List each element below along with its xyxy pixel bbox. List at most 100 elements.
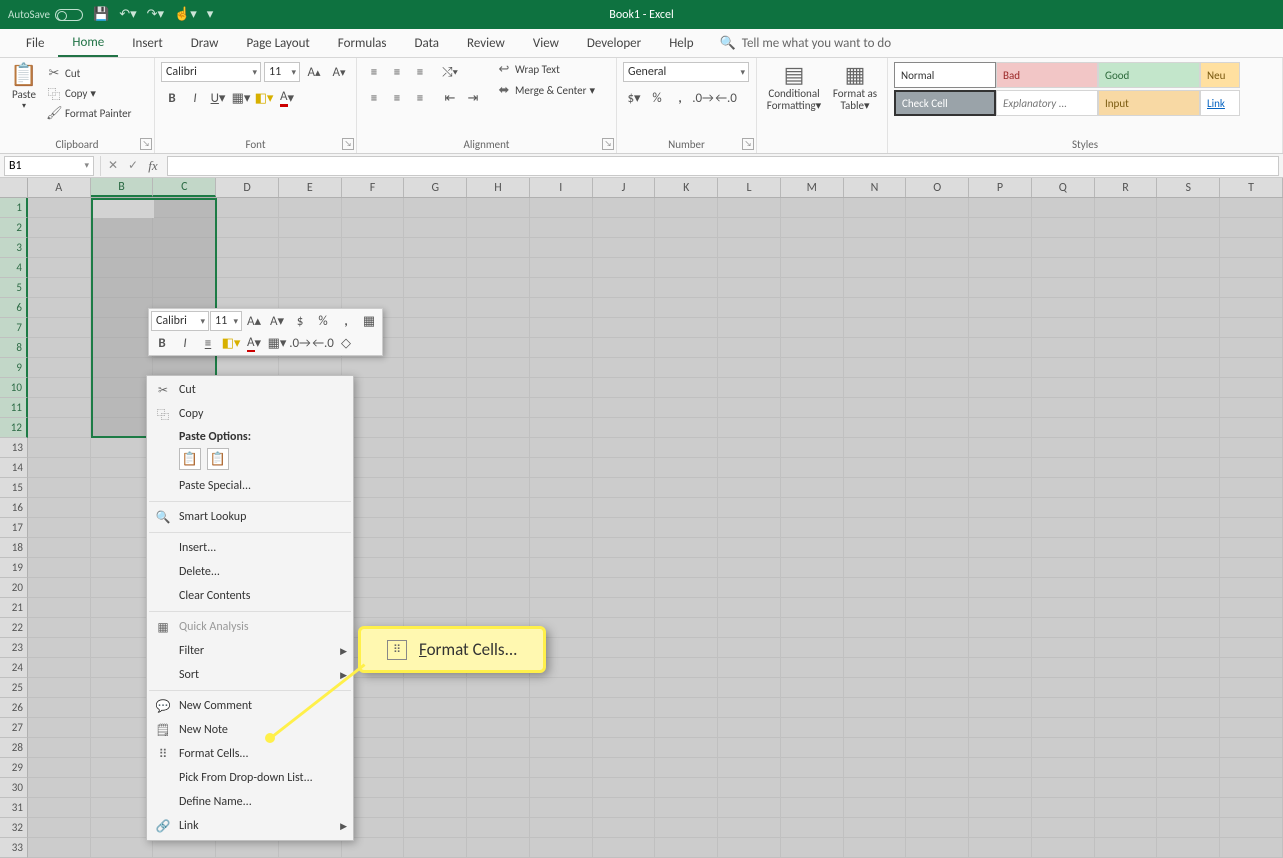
- align-left-icon[interactable]: ≡: [363, 88, 385, 108]
- cell[interactable]: [593, 518, 656, 538]
- select-all-corner[interactable]: [0, 178, 28, 197]
- cell[interactable]: [593, 298, 656, 318]
- cell[interactable]: [593, 778, 656, 798]
- cell[interactable]: [593, 338, 656, 358]
- cell[interactable]: [593, 798, 656, 818]
- cell[interactable]: [1032, 198, 1095, 218]
- row-header[interactable]: 2: [0, 218, 28, 238]
- cell[interactable]: [969, 718, 1032, 738]
- cell[interactable]: [1157, 378, 1220, 398]
- cell[interactable]: [1220, 318, 1283, 338]
- ctx-cut[interactable]: ✂Cut: [147, 378, 353, 402]
- cell[interactable]: [969, 298, 1032, 318]
- cell[interactable]: [593, 718, 656, 738]
- cell[interactable]: [530, 678, 593, 698]
- cell[interactable]: [718, 778, 781, 798]
- format-as-table-button[interactable]: ▦ Format asTable▾: [829, 62, 881, 114]
- cell[interactable]: [216, 218, 279, 238]
- cell[interactable]: [467, 698, 530, 718]
- cell[interactable]: [216, 258, 279, 278]
- cell[interactable]: [1095, 398, 1158, 418]
- cell[interactable]: [1220, 198, 1283, 218]
- row-header[interactable]: 30: [0, 778, 28, 798]
- cell[interactable]: [1220, 498, 1283, 518]
- cell[interactable]: [593, 818, 656, 838]
- cell[interactable]: [1095, 758, 1158, 778]
- cell[interactable]: [1032, 418, 1095, 438]
- col-header-G[interactable]: G: [404, 178, 467, 197]
- cell[interactable]: [1095, 798, 1158, 818]
- mini-currency-icon[interactable]: $: [289, 311, 311, 331]
- cell[interactable]: [593, 658, 656, 678]
- col-header-P[interactable]: P: [969, 178, 1032, 197]
- cell[interactable]: [467, 558, 530, 578]
- col-header-S[interactable]: S: [1157, 178, 1220, 197]
- cell[interactable]: [781, 498, 844, 518]
- cell[interactable]: [1032, 478, 1095, 498]
- cell[interactable]: [1220, 218, 1283, 238]
- cell[interactable]: [91, 678, 154, 698]
- col-header-F[interactable]: F: [342, 178, 405, 197]
- cell[interactable]: [1095, 598, 1158, 618]
- style-link[interactable]: Link: [1200, 90, 1240, 116]
- cell[interactable]: [404, 698, 467, 718]
- cell[interactable]: [153, 198, 216, 218]
- cell[interactable]: [1032, 798, 1095, 818]
- cell[interactable]: [718, 638, 781, 658]
- cell[interactable]: [718, 358, 781, 378]
- customize-qat-icon[interactable]: ▾: [207, 7, 214, 22]
- cell[interactable]: [655, 258, 718, 278]
- cell[interactable]: [1157, 258, 1220, 278]
- row-header[interactable]: 26: [0, 698, 28, 718]
- cell[interactable]: [404, 558, 467, 578]
- cell[interactable]: [1157, 818, 1220, 838]
- cell[interactable]: [1220, 298, 1283, 318]
- cell[interactable]: [844, 738, 907, 758]
- cell[interactable]: [969, 658, 1032, 678]
- cell[interactable]: [1157, 418, 1220, 438]
- cell[interactable]: [1220, 658, 1283, 678]
- cell[interactable]: [91, 798, 154, 818]
- cell[interactable]: [593, 638, 656, 658]
- cell[interactable]: [28, 378, 91, 398]
- mini-format-icon[interactable]: ▦: [358, 311, 380, 331]
- cell[interactable]: [1095, 278, 1158, 298]
- mini-percent-icon[interactable]: %: [312, 311, 334, 331]
- cell[interactable]: [91, 618, 154, 638]
- cell[interactable]: [969, 478, 1032, 498]
- cell[interactable]: [844, 798, 907, 818]
- cell[interactable]: [906, 658, 969, 678]
- cell[interactable]: [1220, 578, 1283, 598]
- cell[interactable]: [844, 298, 907, 318]
- fill-color-button[interactable]: ◧▾: [253, 88, 275, 108]
- cell[interactable]: [28, 258, 91, 278]
- bold-button[interactable]: B: [161, 88, 183, 108]
- comma-icon[interactable]: ,: [669, 88, 691, 108]
- mini-increase-font-icon[interactable]: A▴: [243, 311, 265, 331]
- col-header-R[interactable]: R: [1095, 178, 1158, 197]
- cell[interactable]: [781, 318, 844, 338]
- cell[interactable]: [1157, 658, 1220, 678]
- cell[interactable]: [530, 838, 593, 858]
- cell[interactable]: [844, 818, 907, 838]
- cell[interactable]: [530, 298, 593, 318]
- cell[interactable]: [655, 738, 718, 758]
- cell[interactable]: [781, 398, 844, 418]
- cell[interactable]: [1157, 618, 1220, 638]
- cell[interactable]: [906, 558, 969, 578]
- cell[interactable]: [593, 398, 656, 418]
- cell[interactable]: [655, 358, 718, 378]
- cell[interactable]: [718, 278, 781, 298]
- cell[interactable]: [91, 498, 154, 518]
- cell[interactable]: [781, 298, 844, 318]
- cell[interactable]: [404, 278, 467, 298]
- cell[interactable]: [530, 558, 593, 578]
- cell[interactable]: [718, 338, 781, 358]
- cell[interactable]: [781, 638, 844, 658]
- cell[interactable]: [91, 358, 154, 378]
- cell[interactable]: [718, 378, 781, 398]
- cell[interactable]: [467, 678, 530, 698]
- cell[interactable]: [655, 218, 718, 238]
- cell[interactable]: [718, 738, 781, 758]
- cell[interactable]: [530, 258, 593, 278]
